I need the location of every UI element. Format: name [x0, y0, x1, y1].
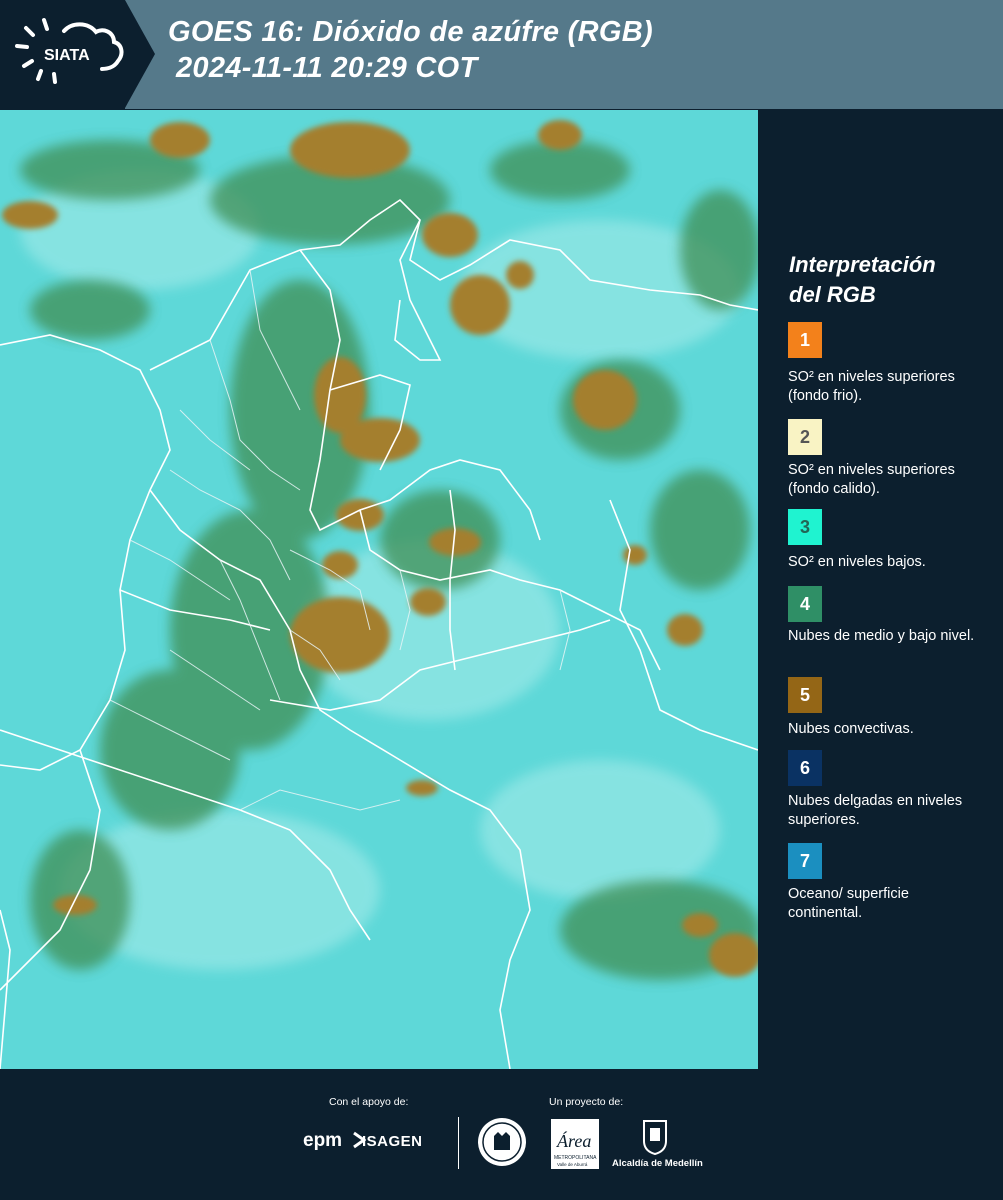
- legend-label-2: SO² en niveles superiores (fondo calido)…: [788, 462, 955, 497]
- alcaldia-shield-icon: [643, 1120, 667, 1155]
- header-bar: SIATA GOES 16: Dióxido de azúfre (RGB) 2…: [0, 0, 1003, 109]
- legend-swatch-3: 3: [788, 509, 822, 545]
- satellite-map: [0, 110, 758, 1069]
- legend-label-6: Nubes delgadas en niveles superiores.: [788, 793, 963, 828]
- title-line-2: 2024-11-11 20:29 COT: [176, 52, 478, 84]
- svg-text:Área: Área: [556, 1130, 591, 1151]
- legend-label-5: Nubes convectivas.: [788, 721, 914, 737]
- support-label: Con el apoyo de:: [329, 1096, 409, 1108]
- siata-logo: SIATA: [15, 18, 124, 84]
- svg-text:Valle de Aburrá: Valle de Aburrá: [557, 1162, 588, 1167]
- legend-title-line-1: Interpretación: [789, 252, 936, 277]
- legend-label-3: SO² en niveles bajos.: [788, 554, 926, 570]
- map-imagery: [0, 110, 758, 1069]
- epm-logo: epm: [303, 1130, 343, 1151]
- legend-swatch-6: 6: [788, 750, 822, 786]
- header-chevron: [125, 0, 155, 108]
- legend-title-line-2: del RGB: [789, 282, 876, 307]
- logo-text: SIATA: [44, 47, 90, 64]
- footer: Con el apoyo de: Un proyecto de: epm ISA…: [0, 1069, 1003, 1200]
- legend-label-1: SO² en niveles superiores (fondo frio).: [788, 369, 955, 404]
- legend-swatch-5: 5: [788, 677, 822, 713]
- page-title: GOES 16: Dióxido de azúfre (RGB) 2024-11…: [168, 14, 653, 86]
- legend-label-7: Oceano/ superficie continental.: [788, 886, 909, 921]
- medellin-seal-icon: [478, 1118, 526, 1166]
- legend-swatch-4: 4: [788, 586, 822, 622]
- legend-label-4: Nubes de medio y bajo nivel.: [788, 628, 975, 644]
- legend-title: Interpretación del RGB: [789, 250, 936, 310]
- area-metropolitana-logo: Área METROPOLITANA Valle de Aburrá: [551, 1119, 599, 1169]
- legend-panel: Interpretación del RGB 1 SO² en niveles …: [759, 110, 1003, 1069]
- legend-swatch-1: 1: [788, 322, 822, 358]
- project-label: Un proyecto de:: [549, 1096, 624, 1108]
- isagen-logo: ISAGEN: [362, 1133, 423, 1150]
- title-line-1: GOES 16: Dióxido de azúfre (RGB): [168, 16, 653, 48]
- alcaldia-label: Alcaldía de Medellín: [612, 1158, 703, 1169]
- legend-swatch-2: 2: [788, 419, 822, 455]
- footer-divider: [458, 1117, 459, 1169]
- legend-swatch-7: 7: [788, 843, 822, 879]
- svg-text:METROPOLITANA: METROPOLITANA: [554, 1155, 597, 1161]
